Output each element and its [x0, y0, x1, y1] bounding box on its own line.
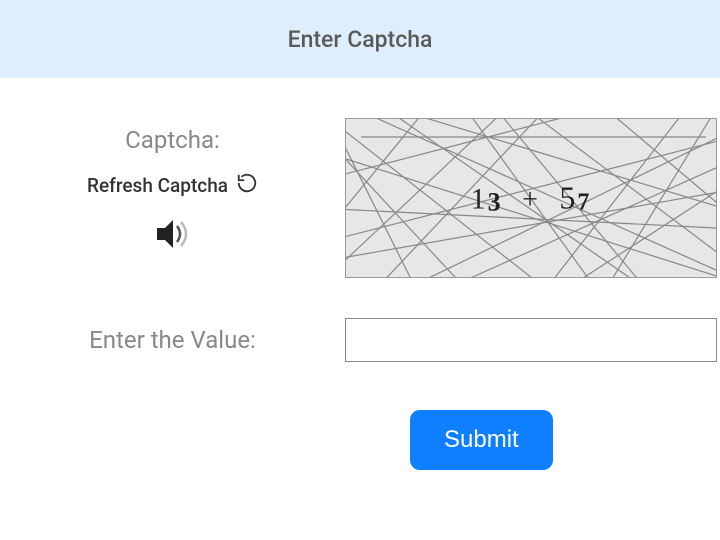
- captcha-digit-3: 5: [559, 180, 577, 216]
- captcha-image: 13 + 57: [345, 118, 717, 278]
- refresh-icon: [236, 172, 258, 198]
- captcha-plus: +: [522, 185, 540, 216]
- captcha-expression: 13 + 57: [471, 180, 592, 217]
- captcha-digit-2: 3: [488, 188, 503, 217]
- captcha-value-input[interactable]: [345, 318, 717, 362]
- captcha-digit-4: 7: [577, 190, 591, 216]
- value-label-wrap: Enter the Value:: [0, 326, 345, 354]
- value-label: Enter the Value:: [0, 326, 345, 354]
- audio-captcha-button[interactable]: [153, 216, 193, 256]
- refresh-captcha-button[interactable]: Refresh Captcha: [87, 172, 258, 198]
- refresh-captcha-label: Refresh Captcha: [87, 174, 228, 197]
- captcha-digit-1: 1: [471, 183, 488, 216]
- header: Enter Captcha: [0, 0, 720, 78]
- content-area: Captcha: Refresh Captcha: [0, 78, 720, 470]
- value-row: Enter the Value:: [0, 318, 720, 362]
- page-title: Enter Captcha: [288, 26, 433, 53]
- captcha-right-column: 13 + 57: [345, 118, 720, 278]
- captcha-row: Captcha: Refresh Captcha: [0, 118, 720, 278]
- speaker-icon: [153, 237, 193, 256]
- captcha-left-column: Captcha: Refresh Captcha: [0, 118, 345, 256]
- submit-button[interactable]: Submit: [410, 410, 553, 470]
- submit-row: Submit: [0, 410, 720, 470]
- captcha-label: Captcha:: [125, 126, 220, 154]
